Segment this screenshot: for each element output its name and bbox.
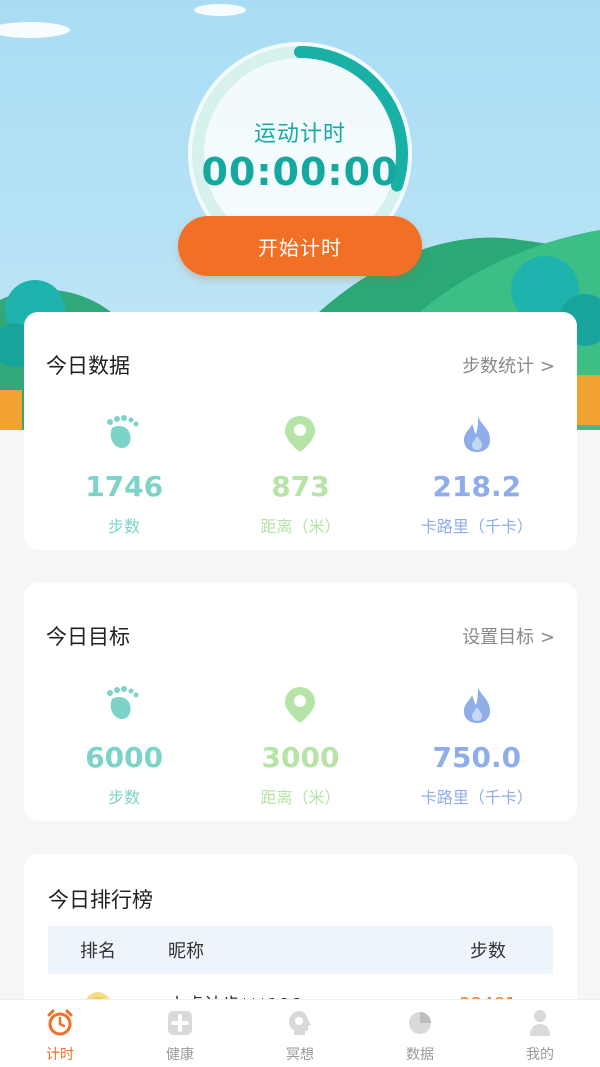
goal-steps-stat: 6000 步数	[39, 683, 209, 808]
today-goal-card: 今日目标 设置目标 > 6000 步数 3000 距离（米） 750.0 卡路里…	[24, 583, 577, 821]
set-goal-link[interactable]: 设置目标 >	[462, 623, 555, 649]
tab-health[interactable]: 健康	[120, 1000, 240, 1067]
today-steps-stat: 1746 步数	[39, 412, 209, 537]
ranking-table-header: 排名 昵称 步数	[48, 926, 553, 974]
today-data-card: 今日数据 步数统计 > 1746 步数 873 距离（米） 218.2 卡路里（…	[24, 312, 577, 550]
stat-label: 距离（米）	[260, 788, 341, 807]
tab-label: 计时	[46, 1047, 74, 1063]
user-icon	[528, 1008, 552, 1038]
tab-meditation[interactable]: 冥想	[240, 1000, 360, 1067]
footprint-icon	[39, 412, 209, 456]
health-cross-icon	[167, 1008, 193, 1038]
stat-value: 873	[271, 470, 330, 503]
meditation-head-icon	[287, 1008, 313, 1038]
stat-value: 218.2	[432, 470, 522, 503]
stat-value: 1746	[85, 470, 164, 503]
pie-chart-icon	[407, 1008, 433, 1038]
stat-label: 步数	[108, 788, 141, 807]
today-calories-stat: 218.2 卡路里（千卡）	[392, 412, 562, 537]
tab-label: 数据	[406, 1047, 434, 1063]
stat-value: 6000	[85, 741, 164, 774]
column-header-steps: 步数	[470, 941, 506, 962]
alarm-clock-icon	[46, 1008, 74, 1038]
stat-label: 卡路里（千卡）	[420, 517, 533, 536]
today-distance-stat: 873 距离（米）	[215, 412, 385, 537]
goal-calories-stat: 750.0 卡路里（千卡）	[392, 683, 562, 808]
location-pin-icon	[215, 412, 385, 456]
location-pin-icon	[215, 683, 385, 727]
timer-title: 运动计时	[253, 122, 346, 147]
tab-data[interactable]: 数据	[360, 1000, 480, 1067]
tab-mine[interactable]: 我的	[480, 1000, 600, 1067]
ranking-title: 今日排行榜	[48, 888, 153, 912]
stat-value: 750.0	[432, 741, 522, 774]
stat-label: 步数	[108, 517, 141, 536]
step-stats-link[interactable]: 步数统计 >	[462, 352, 555, 378]
tab-label: 我的	[526, 1047, 554, 1063]
tab-label: 健康	[166, 1047, 194, 1063]
tab-label: 冥想	[286, 1047, 314, 1063]
today-goal-title: 今日目标	[46, 625, 130, 649]
column-header-nickname: 昵称	[168, 941, 204, 962]
stat-value: 3000	[261, 741, 340, 774]
column-header-rank: 排名	[80, 941, 116, 962]
tab-timer[interactable]: 计时	[0, 1000, 120, 1067]
bottom-tab-bar: 计时 健康 冥想 数据 我的	[0, 999, 600, 1067]
timer-value: 00:00:00	[201, 150, 399, 194]
stat-label: 卡路里（千卡）	[420, 788, 533, 807]
today-data-title: 今日数据	[46, 354, 130, 378]
stat-label: 距离（米）	[260, 517, 341, 536]
start-timer-button[interactable]: 开始计时	[178, 216, 422, 276]
footprint-icon	[39, 683, 209, 727]
flame-icon	[392, 412, 562, 456]
goal-distance-stat: 3000 距离（米）	[215, 683, 385, 808]
flame-icon	[392, 683, 562, 727]
